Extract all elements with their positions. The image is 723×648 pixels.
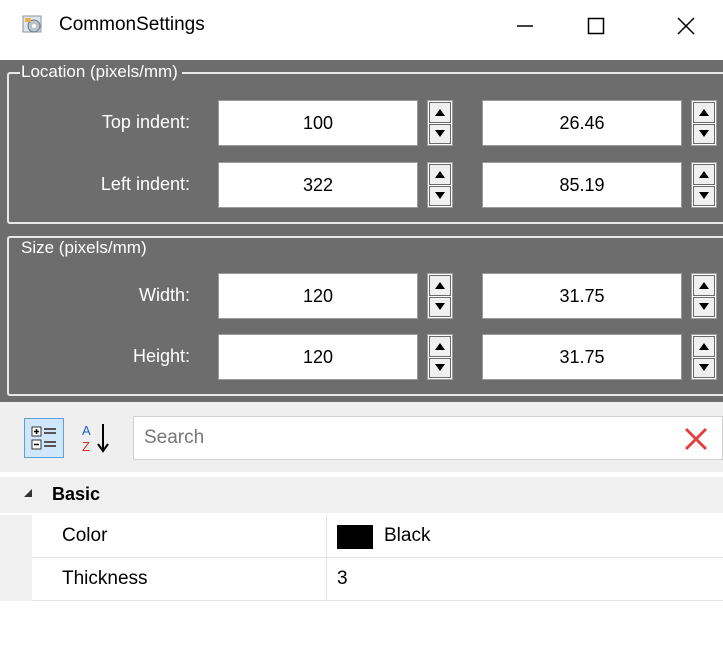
spin-down-icon[interactable] <box>693 123 715 144</box>
height-mm-spinner[interactable] <box>691 334 717 380</box>
spin-down-icon[interactable] <box>693 296 715 317</box>
size-legend: Size (pixels/mm) <box>20 238 151 258</box>
column-divider <box>326 558 327 600</box>
category-label: Basic <box>52 484 101 504</box>
width-pixels-spinner[interactable] <box>427 273 453 319</box>
spin-up-icon[interactable] <box>429 275 451 296</box>
height-label: Height: <box>132 346 190 366</box>
window-title: CommonSettings <box>59 14 205 35</box>
width-mm-spinner[interactable] <box>691 273 717 319</box>
property-name: Thickness <box>62 568 148 589</box>
close-icon <box>677 17 695 35</box>
categorized-icon <box>31 426 56 450</box>
spin-down-icon[interactable] <box>693 185 715 206</box>
width-mm-input[interactable]: 31.75 <box>482 273 682 319</box>
top-indent-mm-input[interactable]: 26.46 <box>482 100 682 146</box>
left-indent-label: Left indent: <box>100 174 190 194</box>
spin-down-icon[interactable] <box>693 357 715 378</box>
minimize-icon <box>517 25 533 27</box>
top-indent-pixels-input[interactable]: 100 <box>218 100 418 146</box>
property-value[interactable]: Black <box>384 525 430 547</box>
close-button[interactable] <box>656 6 716 46</box>
spin-down-icon[interactable] <box>429 357 451 378</box>
top-indent-pixels-spinner[interactable] <box>427 100 453 146</box>
property-search[interactable]: Search <box>133 416 723 460</box>
spin-down-icon[interactable] <box>429 296 451 317</box>
property-row-thickness[interactable]: Thickness 3 <box>32 558 723 601</box>
collapse-chevron-icon[interactable] <box>22 487 34 499</box>
spin-down-icon[interactable] <box>429 123 451 144</box>
spin-up-icon[interactable] <box>693 336 715 357</box>
svg-text:A: A <box>82 423 91 438</box>
spin-up-icon[interactable] <box>693 275 715 296</box>
spin-up-icon[interactable] <box>693 164 715 185</box>
search-input[interactable]: Search <box>144 427 204 449</box>
spin-up-icon[interactable] <box>429 102 451 123</box>
height-pixels-input[interactable]: 120 <box>218 334 418 380</box>
height-pixels-spinner[interactable] <box>427 334 453 380</box>
left-indent-pixels-spinner[interactable] <box>427 162 453 208</box>
categorized-view-button[interactable] <box>24 418 64 458</box>
property-row-color[interactable]: Color Black <box>32 515 723 558</box>
left-indent-mm-input[interactable]: 85.19 <box>482 162 682 208</box>
width-label: Width: <box>138 285 190 305</box>
svg-text:Z: Z <box>82 439 90 454</box>
color-swatch <box>337 525 373 549</box>
spin-up-icon[interactable] <box>693 102 715 123</box>
maximize-button[interactable] <box>566 6 626 46</box>
width-pixels-input[interactable]: 120 <box>218 273 418 319</box>
title-bar: CommonSettings <box>0 0 723 60</box>
category-row-basic[interactable] <box>0 477 723 513</box>
property-name: Color <box>62 525 108 546</box>
height-mm-input[interactable]: 31.75 <box>482 334 682 380</box>
column-divider <box>326 515 327 557</box>
app-settings-icon <box>22 15 42 33</box>
top-indent-mm-spinner[interactable] <box>691 100 717 146</box>
left-indent-mm-spinner[interactable] <box>691 162 717 208</box>
maximize-icon <box>587 17 605 35</box>
left-indent-pixels-input[interactable]: 322 <box>218 162 418 208</box>
minimize-button[interactable] <box>495 6 555 46</box>
clear-search-icon[interactable] <box>682 425 710 453</box>
top-indent-label: Top indent: <box>101 112 190 132</box>
sort-az-icon: A Z <box>82 423 109 454</box>
alphabetical-sort-button[interactable]: A Z <box>78 418 118 458</box>
grid-indent-strip <box>0 515 32 601</box>
spin-up-icon[interactable] <box>429 336 451 357</box>
location-legend: Location (pixels/mm) <box>20 62 182 82</box>
spin-up-icon[interactable] <box>429 164 451 185</box>
spin-down-icon[interactable] <box>429 185 451 206</box>
property-value[interactable]: 3 <box>337 568 348 590</box>
